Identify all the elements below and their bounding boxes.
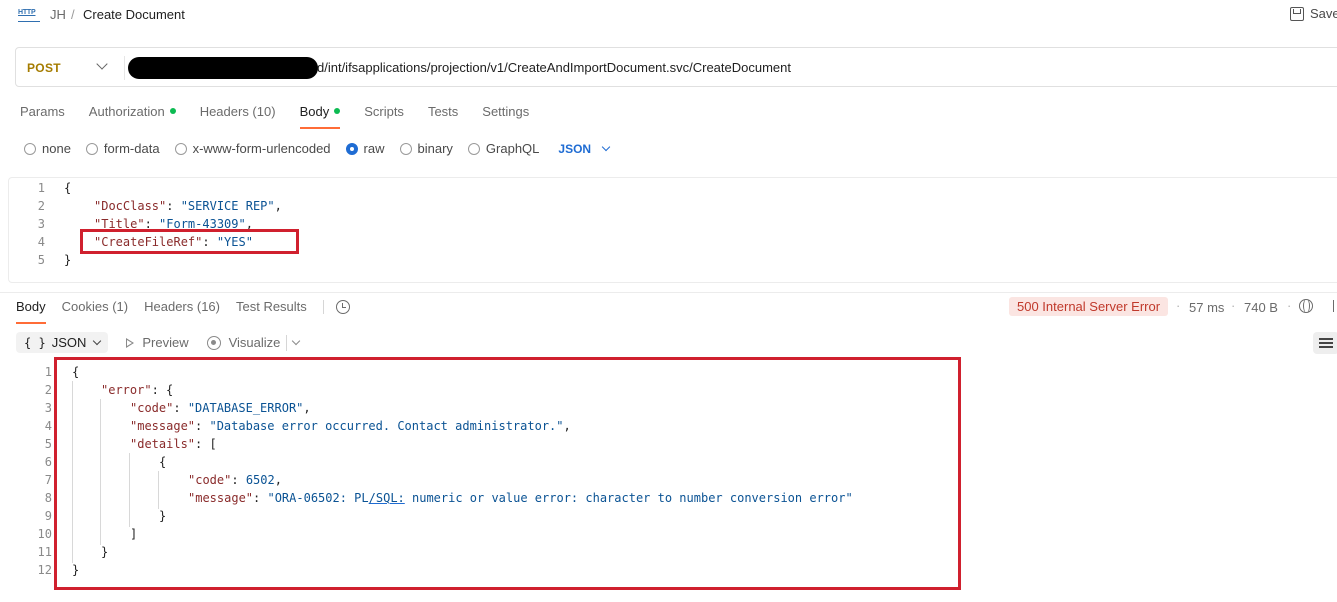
- chevron-down-icon[interactable]: [96, 58, 108, 70]
- top-bar: HTTP JH / Create Document Save: [0, 0, 1337, 30]
- highlight-box-request: [80, 229, 299, 254]
- highlight-box-response: [54, 357, 961, 590]
- dot-separator: ·: [1231, 298, 1236, 313]
- wrap-lines-icon[interactable]: [1313, 332, 1337, 354]
- line-number: 5: [37, 253, 45, 267]
- response-toolbar: { } JSON Preview Visualize: [16, 332, 301, 353]
- line-number: 11: [37, 545, 52, 559]
- tab-test-results[interactable]: Test Results: [236, 299, 307, 314]
- url-divider: [124, 56, 125, 80]
- radio-checked-icon[interactable]: [345, 142, 358, 155]
- body-type-form-data[interactable]: form-data: [85, 141, 160, 156]
- http-icon: HTTP: [18, 8, 40, 22]
- radio-icon[interactable]: [85, 142, 98, 155]
- divider: [322, 299, 324, 314]
- line-number: 3: [37, 217, 45, 231]
- line-number: 2: [37, 199, 45, 213]
- line-number: 1: [37, 181, 45, 195]
- tab-settings[interactable]: Settings: [482, 104, 529, 129]
- raw-format-select[interactable]: JSON: [558, 142, 611, 156]
- more-icon[interactable]: [1333, 300, 1337, 312]
- line-number: 2: [44, 383, 52, 397]
- tab-response-headers[interactable]: Headers (16): [144, 299, 220, 314]
- method-select[interactable]: POST: [27, 61, 61, 75]
- body-type-none[interactable]: none: [24, 141, 71, 156]
- line-number: 5: [44, 437, 52, 451]
- tab-tests[interactable]: Tests: [428, 104, 458, 129]
- tab-authorization[interactable]: Authorization: [89, 104, 176, 129]
- tab-response-body[interactable]: Body: [16, 299, 46, 324]
- body-type-raw[interactable]: raw: [345, 141, 385, 156]
- save-icon: [1290, 6, 1304, 21]
- save-button[interactable]: Save: [1290, 6, 1337, 21]
- chevron-down-icon: [93, 336, 102, 346]
- line-number: 12: [37, 563, 52, 577]
- play-icon: [126, 337, 135, 348]
- response-format-select[interactable]: { } JSON: [16, 332, 109, 353]
- tab-scripts[interactable]: Scripts: [364, 104, 404, 129]
- divider: [286, 334, 288, 351]
- dot-separator: ·: [1287, 298, 1292, 313]
- code-line: }: [64, 253, 72, 267]
- body-type-graphql[interactable]: GraphQL: [467, 141, 539, 156]
- radio-icon[interactable]: [467, 142, 480, 155]
- tab-params[interactable]: Params: [20, 104, 65, 129]
- body-type-binary[interactable]: binary: [399, 141, 453, 156]
- chevron-down-icon[interactable]: [292, 336, 301, 346]
- body-type-options: none form-data x-www-form-urlencoded raw…: [24, 141, 611, 156]
- response-tabs: Body Cookies (1) Headers (16) Test Resul…: [16, 299, 350, 324]
- breadcrumb-workspace[interactable]: JH: [50, 7, 66, 22]
- tab-response-cookies[interactable]: Cookies (1): [62, 299, 128, 314]
- line-number: 10: [37, 527, 52, 541]
- request-tabs: Params Authorization Headers (10) Body S…: [20, 104, 553, 129]
- line-number: 4: [37, 235, 45, 249]
- globe-icon[interactable]: [1299, 299, 1313, 313]
- save-button-label: Save: [1310, 6, 1337, 21]
- visualize-icon: [206, 335, 221, 350]
- radio-icon[interactable]: [24, 142, 36, 155]
- status-dot: [169, 108, 176, 114]
- radio-icon[interactable]: [174, 142, 187, 155]
- line-number: 8: [44, 491, 52, 505]
- tab-headers[interactable]: Headers (10): [200, 104, 276, 129]
- line-number: 6: [44, 455, 52, 469]
- history-icon[interactable]: [335, 299, 350, 314]
- response-size[interactable]: 740 B: [1244, 300, 1278, 315]
- breadcrumb-separator: /: [71, 7, 75, 22]
- line-number: 9: [44, 509, 52, 523]
- visualize-button[interactable]: Visualize: [206, 335, 280, 350]
- body-type-urlencoded[interactable]: x-www-form-urlencoded: [174, 141, 331, 156]
- response-time[interactable]: 57 ms: [1189, 300, 1224, 315]
- chevron-down-icon: [601, 142, 611, 152]
- braces-icon: { }: [24, 335, 46, 350]
- url-bar: POST d/int/ifsapplications/projection/v1…: [15, 47, 1337, 87]
- code-line: {: [64, 181, 72, 195]
- divider: [0, 292, 1337, 293]
- line-number: 1: [44, 365, 52, 379]
- preview-button[interactable]: Preview: [126, 335, 189, 350]
- tab-body[interactable]: Body: [299, 104, 341, 129]
- url-input[interactable]: d/int/ifsapplications/projection/v1/Crea…: [317, 60, 791, 75]
- line-number: 7: [44, 473, 52, 487]
- line-number: 4: [44, 419, 52, 433]
- line-number: 3: [44, 401, 52, 415]
- dot-separator: ·: [1176, 298, 1181, 313]
- status-badge[interactable]: 500 Internal Server Error: [1009, 297, 1169, 316]
- radio-icon[interactable]: [399, 142, 412, 155]
- redacted-url-host: [128, 57, 318, 79]
- page-title[interactable]: Create Document: [83, 7, 185, 22]
- code-line: "DocClass": "SERVICE REP",: [94, 199, 282, 213]
- status-dot: [334, 108, 341, 114]
